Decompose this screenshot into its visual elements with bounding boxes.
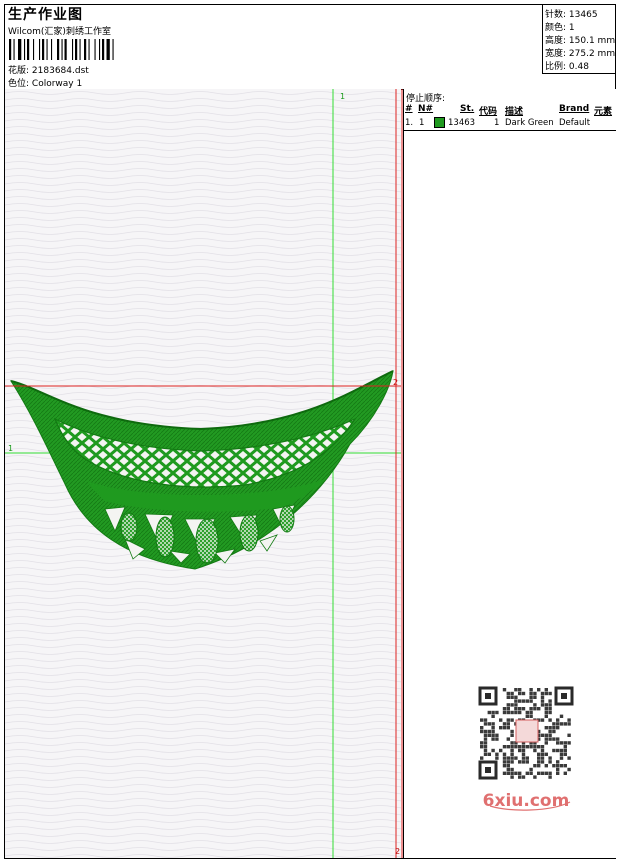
design-value: 2183684.dst <box>31 66 89 76</box>
guide-label-left: 1 <box>8 444 13 453</box>
studio-name: Wilcom(汇家)刺绣工作室 <box>8 27 111 37</box>
col-header-element: 元素 <box>594 107 613 117</box>
stat-scale: 比例: 0.48 <box>545 62 589 72</box>
guide-label-bottom: 2 <box>395 847 400 856</box>
color-swatch <box>434 117 445 128</box>
stat-width: 宽度: 275.2 mm <box>545 49 616 59</box>
design-file: 花版: 2183684.dst <box>8 63 89 76</box>
design-canvas[interactable]: 1 1 2 <box>5 89 401 858</box>
col-header-code: 代码 <box>479 107 498 117</box>
page-title: 生产作业图 <box>8 7 83 23</box>
colorway-value: Colorway 1 <box>31 79 83 89</box>
table-divider <box>404 130 616 131</box>
watermark-qr: 6xiu.com <box>470 682 582 812</box>
vertical-red-guides: 2 <box>395 89 403 858</box>
col-header-num: # <box>405 104 413 114</box>
colorway: 色位: Colorway 1 <box>8 76 82 89</box>
col-header-needle: N# <box>418 104 434 114</box>
header-section: 生产作业图 Wilcom(汇家)刺绣工作室 花版: 2183684.dst 色位… <box>5 5 616 90</box>
col-header-brand: Brand <box>559 104 590 114</box>
stat-colors: 颜色: 1 <box>545 23 575 33</box>
guide-label-top: 1 <box>340 92 345 101</box>
embroidery-drawing: 1 1 2 <box>5 89 401 858</box>
stop-sequence-label: 停止顺序: <box>406 94 446 104</box>
col-header-description: 描述 <box>505 107 524 117</box>
stats-box: 针数: 13465 颜色: 1 高度: 150.1 mm 宽度: 275.2 m… <box>542 5 616 74</box>
stat-height: 高度: 150.1 mm <box>545 36 616 46</box>
design-label: 花版: <box>8 66 30 76</box>
barcode <box>9 39 114 60</box>
stat-stitches: 针数: 13465 <box>545 10 598 20</box>
colorway-label: 色位: <box>8 79 30 89</box>
header-info: 生产作业图 Wilcom(汇家)刺绣工作室 花版: 2183684.dst 色位… <box>8 5 538 89</box>
col-header-stitches: St. <box>460 104 475 114</box>
